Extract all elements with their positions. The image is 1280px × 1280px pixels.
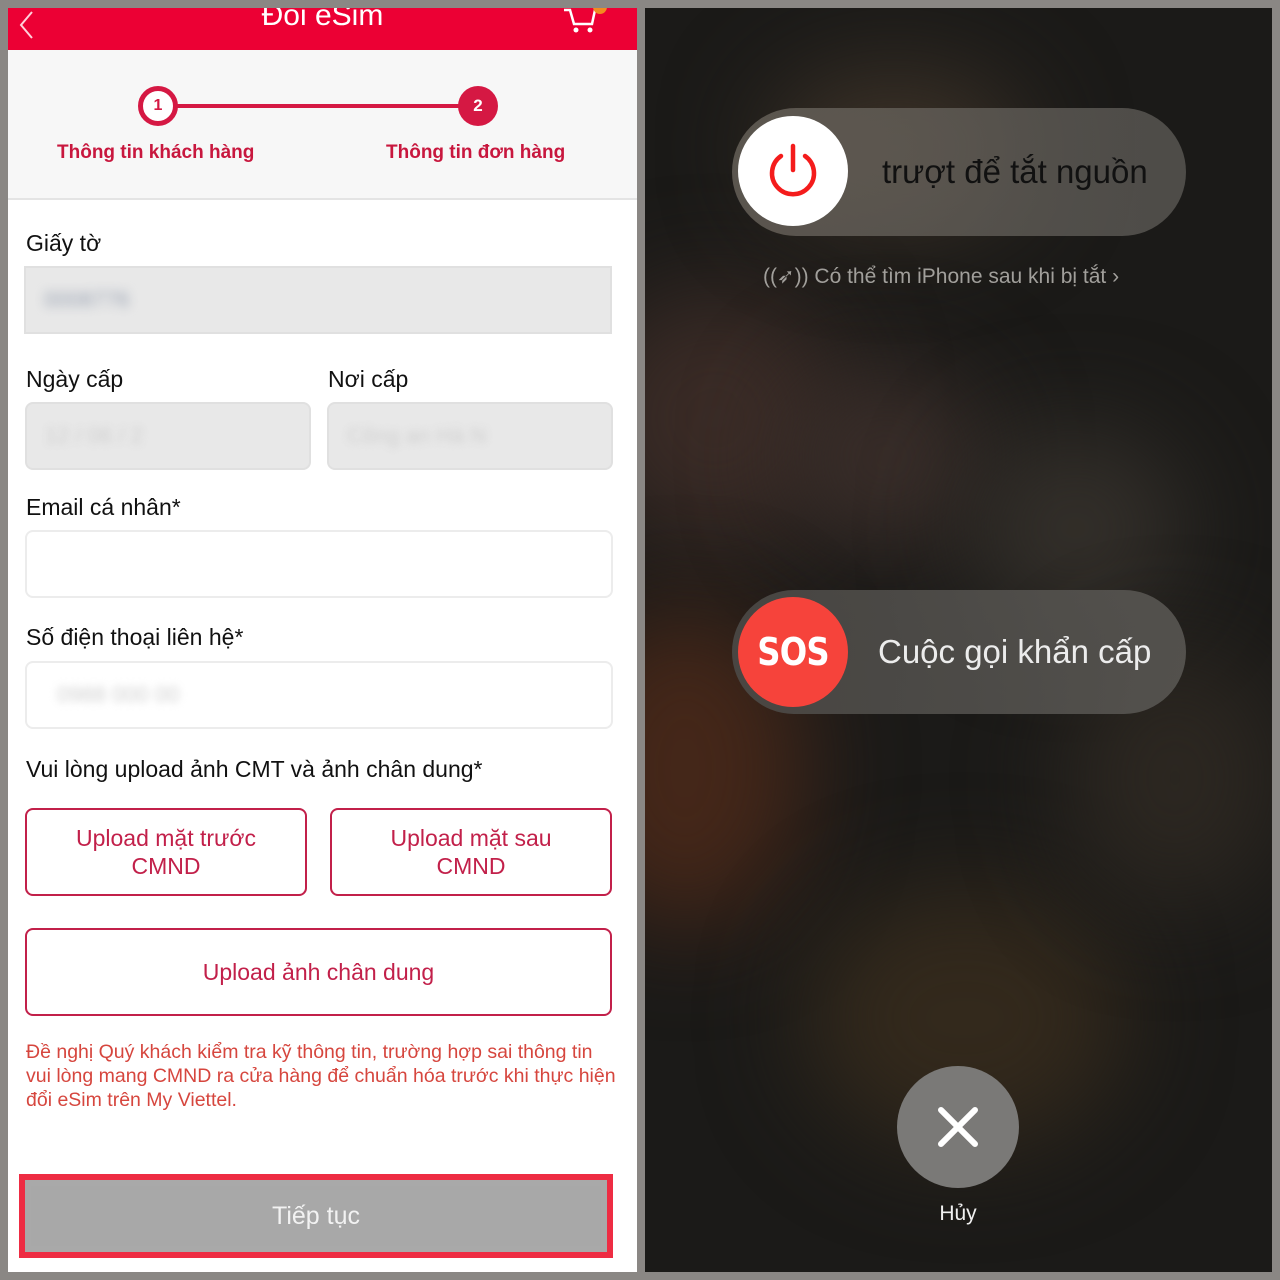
- continue-button[interactable]: Tiếp tục: [31, 1186, 601, 1246]
- app-header: Đổi eSim: [8, 8, 637, 50]
- upload-prompt: Vui lòng upload ảnh CMT và ảnh chân dung…: [26, 756, 483, 782]
- power-off-screen: trượt để tắt nguồn ((➶)) Có thể tìm iPho…: [645, 8, 1272, 1272]
- upload-back-line2: CMND: [436, 853, 506, 879]
- upload-back-id-button[interactable]: Upload mặt sau CMND: [330, 808, 612, 896]
- upload-portrait-button[interactable]: Upload ảnh chân dung: [25, 928, 612, 1016]
- page-title: Đổi eSim: [261, 8, 384, 32]
- upload-front-id-button[interactable]: Upload mặt trước CMND: [25, 808, 307, 896]
- issue-place-field: Công an Hà N: [327, 402, 613, 470]
- sos-icon: SOS: [757, 630, 829, 674]
- document-field: 0008776: [24, 266, 612, 334]
- find-my-notice[interactable]: ((➶)) Có thể tìm iPhone sau khi bị tắt ›: [763, 264, 1119, 289]
- upload-portrait-label: Upload ảnh chân dung: [202, 959, 435, 985]
- phone-value: 0988 000 00: [57, 682, 180, 707]
- issue-place-value: Công an Hà N: [347, 423, 487, 448]
- upload-front-line1: Upload mặt trước: [75, 825, 257, 851]
- esim-form-screen: Đổi eSim 1 2 Thông tin khách hàng Thông …: [8, 8, 637, 1272]
- phone-input[interactable]: 0988 000 00: [25, 661, 613, 729]
- emergency-call-label: Cuộc gọi khẩn cấp: [878, 633, 1152, 670]
- verification-notice: Đề nghị Quý khách kiểm tra kỹ thông tin,…: [26, 1041, 616, 1111]
- cart-icon: [564, 8, 597, 33]
- stepper-connector: [176, 104, 476, 108]
- upload-back-line1: Upload mặt sau: [390, 825, 552, 851]
- issue-place-label: Nơi cấp: [328, 366, 409, 392]
- power-off-label: trượt để tắt nguồn: [882, 153, 1148, 190]
- cart-button[interactable]: [562, 8, 598, 34]
- email-input[interactable]: [25, 530, 613, 598]
- find-my-icon: ((➶)): [763, 265, 809, 288]
- power-icon: [769, 143, 817, 197]
- find-my-text: Có thể tìm iPhone sau khi bị tắt: [814, 265, 1107, 288]
- power-off-knob[interactable]: [738, 116, 848, 226]
- continue-highlight-frame: Tiếp tục: [19, 1174, 613, 1258]
- step-2-label: Thông tin đơn hàng: [386, 142, 566, 163]
- cancel-label: Hủy: [939, 1202, 977, 1225]
- step-1-indicator: 1: [138, 86, 178, 126]
- document-label: Giấy tờ: [26, 230, 102, 256]
- upload-front-line2: CMND: [131, 853, 201, 879]
- document-value: 0008776: [44, 287, 130, 312]
- close-icon: [938, 1107, 978, 1147]
- cancel-button[interactable]: [897, 1066, 1019, 1188]
- progress-stepper: 1 2 Thông tin khách hàng Thông tin đơn h…: [8, 50, 637, 200]
- step-2-indicator: 2: [458, 86, 498, 126]
- slide-emergency-sos[interactable]: SOS Cuộc gọi khẩn cấp: [732, 590, 1186, 714]
- background-blur: [785, 368, 985, 548]
- slide-to-power-off[interactable]: trượt để tắt nguồn: [732, 108, 1186, 236]
- email-label: Email cá nhân*: [26, 494, 181, 520]
- issue-date-value: 12 / 06 / 2: [45, 423, 143, 448]
- sos-knob[interactable]: SOS: [738, 597, 848, 707]
- issue-date-field: 12 / 06 / 2: [25, 402, 311, 470]
- phone-label: Số điện thoại liên hệ*: [26, 624, 244, 650]
- chevron-right-icon: ›: [1112, 265, 1120, 288]
- step-1-label: Thông tin khách hàng: [57, 142, 255, 163]
- issue-date-label: Ngày cấp: [26, 366, 124, 392]
